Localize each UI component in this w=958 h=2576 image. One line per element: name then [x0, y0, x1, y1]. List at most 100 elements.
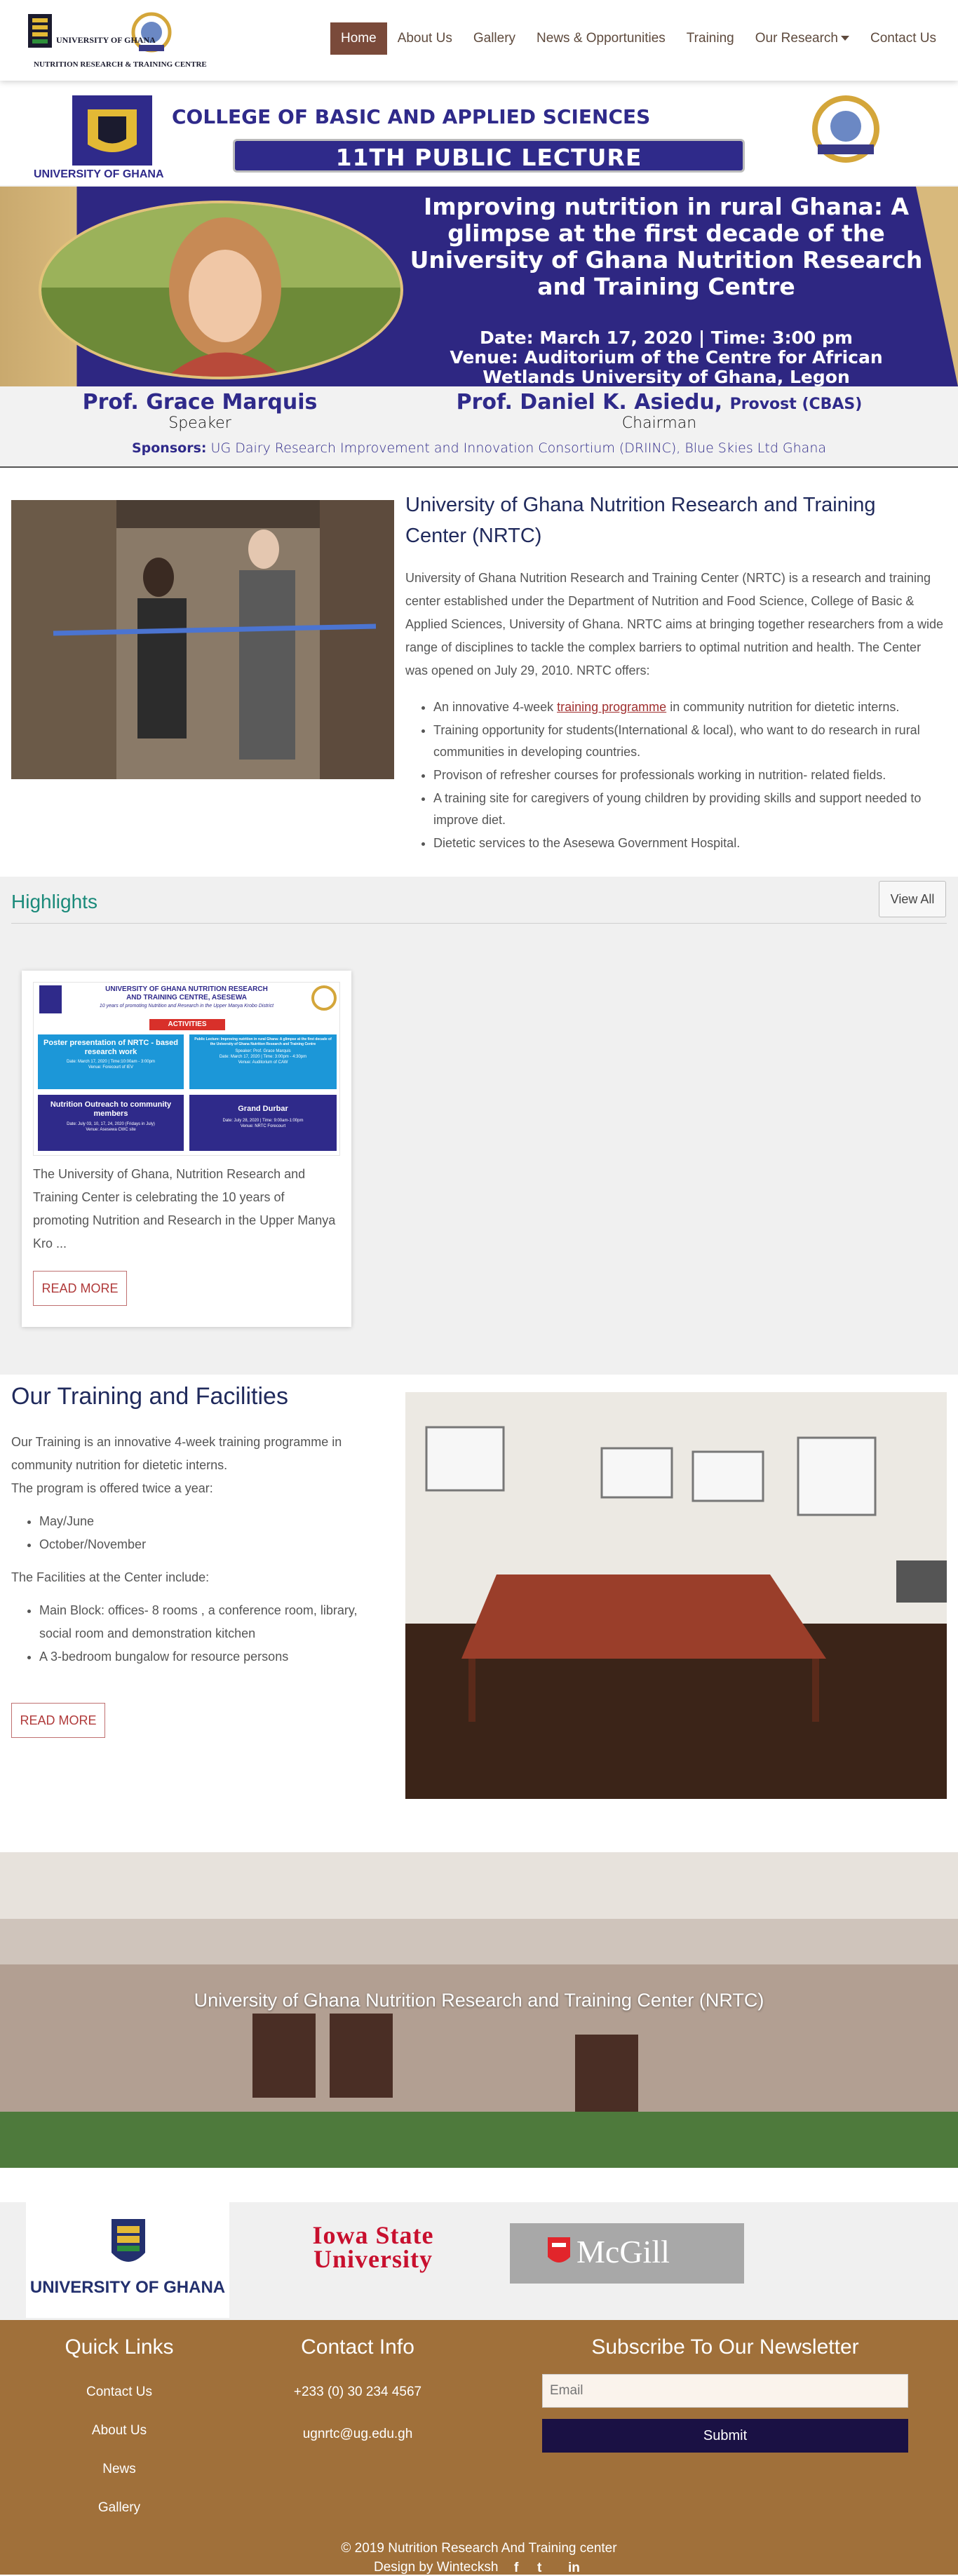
lecture-title-box: 11TH PUBLIC LECTURE [233, 139, 745, 173]
lecture-date: Date: March 17, 2020 | Time: 3:00 pm [480, 328, 853, 348]
highlights-title: Highlights [11, 891, 97, 912]
lecture-headline: Improving nutrition in rural Ghana: A gl… [410, 193, 923, 300]
newsletter-submit-button[interactable]: Submit [542, 2419, 908, 2453]
nrtc-logo[interactable]: UNIVERSITY OF GHANA NUTRITION RESEARCH &… [27, 8, 207, 69]
nrtc-seal-icon [311, 985, 337, 1011]
contact-info-title: Contact Info [301, 2335, 414, 2359]
lecture-title: 11TH PUBLIC LECTURE [335, 144, 642, 171]
activities-poster[interactable]: UNIVERSITY OF GHANA NUTRITION RESEARCH A… [33, 982, 340, 1156]
newsletter-title: Subscribe To Our Newsletter [591, 2335, 859, 2359]
chairman-role: Chairman [621, 414, 697, 432]
linkedin-icon[interactable]: in [568, 2561, 580, 2576]
mcgill-text: McGill [576, 2234, 670, 2270]
training-offered: The program is offered twice a year: [11, 1481, 213, 1495]
lecture-venue: Venue: Auditorium of the Centre for Afri… [450, 347, 883, 387]
lecture-date-venue: Date: March 17, 2020 | Time: 3:00 pm Ven… [407, 328, 926, 387]
uog-crest-icon [72, 95, 152, 166]
site-header: UNIVERSITY OF GHANA NUTRITION RESEARCH &… [0, 0, 958, 81]
offering-text: An innovative 4-week [433, 700, 558, 714]
about-offerings-list: An innovative 4-week training programme … [433, 696, 952, 856]
main-nav: Home About Us Gallery News & Opportuniti… [330, 22, 947, 55]
training-intro: Our Training is an innovative 4-week tra… [11, 1435, 342, 1472]
nav-about-us[interactable]: About Us [387, 22, 463, 55]
nrtc-seal-icon [812, 95, 879, 163]
sponsors-line: Sponsors: UG Dairy Research Improvement … [0, 440, 958, 456]
poster-box-durbar: Grand Durbar Date: July 28, 2020 | Time:… [189, 1095, 337, 1151]
training-read-more-button[interactable]: READ MORE [11, 1703, 105, 1738]
nav-contact-us[interactable]: Contact Us [860, 22, 947, 55]
footer-link-gallery[interactable]: Gallery [49, 2500, 189, 2516]
iowa-state-logo[interactable]: Iowa State University [299, 2221, 447, 2273]
nav-our-research[interactable]: Our Research [745, 22, 860, 55]
highlight-read-more-button[interactable]: READ MORE [33, 1271, 127, 1306]
mcgill-logo[interactable]: McGill [510, 2223, 744, 2284]
training-title: Our Training and Facilities [11, 1383, 288, 1410]
view-all-button[interactable]: View All [879, 881, 946, 917]
nav-training[interactable]: Training [676, 22, 745, 55]
ribbon-cutting-photo [11, 500, 394, 779]
sponsors-names: UG Dairy Research Improvement and Innova… [210, 440, 827, 456]
highlight-card-text: The University of Ghana, Nutrition Resea… [33, 1167, 336, 1250]
facilities-list: Main Block: offices- 8 rooms , a confere… [39, 1599, 390, 1668]
about-text: University of Ghana Nutrition Research a… [405, 571, 944, 677]
footer-link-news[interactable]: News [49, 2462, 189, 2477]
offering-text: in community nutrition for dietetic inte… [666, 700, 900, 714]
nav-news-opportunities[interactable]: News & Opportunities [526, 22, 676, 55]
contact-email-link[interactable]: ugnrtc@ug.edu.gh [274, 2427, 442, 2442]
lecture-banner[interactable]: COLLEGE OF BASIC AND APPLIED SCIENCES 11… [0, 90, 958, 467]
poster-subtitle: 10 years of promoting Nutrition and Rese… [99, 1004, 274, 1009]
poster-box-lecture: Public Lecture: Improving nutrition in r… [189, 1034, 337, 1089]
list-item: Training opportunity for students(Intern… [433, 720, 952, 763]
quick-links-title: Quick Links [65, 2335, 174, 2359]
list-item: May/June [39, 1510, 390, 1533]
building-caption: University of Ghana Nutrition Research a… [194, 1990, 764, 2011]
about-title: University of Ghana Nutrition Research a… [405, 494, 876, 547]
highlight-card[interactable]: UNIVERSITY OF GHANA NUTRITION RESEARCH A… [22, 971, 351, 1327]
gold-accent [916, 187, 958, 386]
footer-link-contact-us[interactable]: Contact Us [49, 2385, 189, 2400]
banner-divider [0, 466, 958, 468]
list-item: A training site for caregivers of young … [433, 788, 952, 831]
twitter-icon[interactable]: t [537, 2561, 541, 2576]
sponsors-label: Sponsors: [131, 440, 207, 456]
banner-top-strip: COLLEGE OF BASIC AND APPLIED SCIENCES 11… [0, 90, 958, 185]
training-periods: May/June October/November [39, 1510, 390, 1556]
newsletter-email-input[interactable] [542, 2374, 908, 2408]
highlights-divider [11, 923, 947, 924]
list-item: An innovative 4-week training programme … [433, 696, 952, 718]
nav-home[interactable]: Home [330, 22, 387, 55]
training-programme-link[interactable]: training programme [557, 700, 666, 714]
college-name: COLLEGE OF BASIC AND APPLIED SCIENCES [172, 105, 651, 128]
list-item: A 3-bedroom bungalow for resource person… [39, 1645, 390, 1668]
chairman-provost: Provost (CBAS) [729, 396, 863, 413]
poster-box-outreach: Nutrition Outreach to community members … [38, 1095, 184, 1151]
copyright-text: © 2019 Nutrition Research And Training c… [341, 2541, 617, 2556]
isu-line1: Iowa State [312, 2221, 434, 2249]
isu-line2: University [313, 2245, 433, 2273]
uog-partner-text: UNIVERSITY OF GHANA [29, 2278, 226, 2297]
contact-phone: +233 (0) 30 234 4567 [293, 2385, 422, 2399]
chairman-block: Prof. Daniel K. Asiedu, Provost (CBAS) C… [435, 390, 884, 432]
chairman-name: Prof. Daniel K. Asiedu, [456, 390, 723, 414]
uog-crest-icon [112, 2219, 145, 2262]
banner-main-panel: Improving nutrition in rural Ghana: A gl… [0, 187, 958, 387]
facebook-icon[interactable]: f [514, 2561, 518, 2576]
nav-our-research-label: Our Research [755, 31, 839, 46]
nav-gallery[interactable]: Gallery [463, 22, 526, 55]
uog-crest-icon [39, 985, 62, 1013]
uog-partner-logo[interactable]: UNIVERSITY OF GHANA [26, 2202, 229, 2318]
poster-box-presentation: Poster presentation of NRTC - based rese… [38, 1034, 184, 1089]
list-item: Main Block: offices- 8 rooms , a confere… [39, 1599, 390, 1645]
mcgill-shield-icon [548, 2237, 570, 2263]
list-item: Provison of refresher courses for profes… [433, 764, 952, 786]
design-credit: Design by Wintecksh [374, 2560, 499, 2575]
training-text: Our Training is an innovative 4-week tra… [11, 1431, 390, 1668]
facilities-intro: The Facilities at the Center include: [11, 1570, 210, 1584]
list-item: Dietetic services to the Asesewa Governm… [433, 832, 952, 854]
speaker-name: Prof. Grace Marquis [82, 390, 318, 414]
list-item: October/November [39, 1533, 390, 1556]
logo-university-text: UNIVERSITY OF GHANA [56, 35, 156, 45]
poster-title: UNIVERSITY OF GHANA NUTRITION RESEARCH A… [105, 985, 268, 1002]
footer-link-about-us[interactable]: About Us [49, 2423, 189, 2439]
logo-centre-text: NUTRITION RESEARCH & TRAINING CENTRE [34, 60, 207, 69]
